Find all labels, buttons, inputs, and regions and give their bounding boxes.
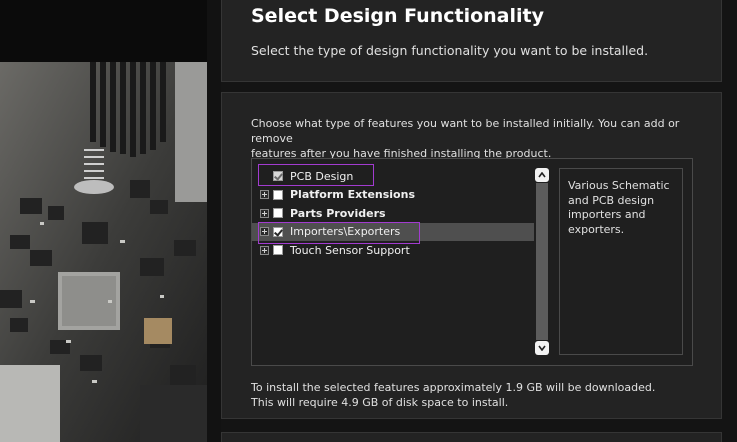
install-size-info: To install the selected features approxi…	[251, 380, 691, 410]
checkbox-icon[interactable]	[273, 189, 283, 200]
checkbox-icon[interactable]	[273, 208, 283, 219]
feature-description: Various Schematic and PCB design importe…	[568, 179, 670, 236]
feature-description-box: Various Schematic and PCB design importe…	[559, 168, 683, 355]
feature-item-touch-sensor-support[interactable]: Touch Sensor Support	[252, 241, 534, 260]
scroll-track[interactable]	[536, 183, 548, 340]
feature-item-importers-exporters[interactable]: Importers\Exporters	[252, 222, 534, 241]
feature-label: PCB Design	[290, 169, 354, 183]
feature-item-parts-providers[interactable]: Parts Providers	[252, 204, 534, 223]
feature-tree-scrollbar[interactable]	[535, 168, 549, 355]
feature-label: Platform Extensions	[290, 188, 415, 202]
page-subtitle: Select the type of design functionality …	[251, 43, 649, 58]
expand-plus-icon[interactable]	[260, 245, 269, 255]
feature-item-pcb-design[interactable]: PCB Design	[252, 167, 534, 186]
feature-label: Touch Sensor Support	[290, 243, 410, 257]
download-size-text: To install the selected features approxi…	[251, 381, 656, 394]
scroll-down-icon[interactable]	[535, 341, 549, 355]
expand-plus-icon[interactable]	[260, 190, 269, 200]
scroll-up-icon[interactable]	[535, 168, 549, 182]
feature-tree: PCB Design Platform Extensions Parts Pro…	[251, 158, 693, 366]
circuit-board-image	[0, 0, 207, 442]
feature-item-platform-extensions[interactable]: Platform Extensions	[252, 186, 534, 205]
feature-label: Parts Providers	[290, 206, 386, 220]
page-title: Select Design Functionality	[251, 5, 544, 27]
features-intro: Choose what type of features you want to…	[251, 116, 691, 161]
features-intro-line1: Choose what type of features you want to…	[251, 117, 680, 145]
expand-plus-icon[interactable]	[260, 227, 269, 237]
checkbox-icon[interactable]	[273, 245, 283, 256]
checkbox-icon[interactable]	[273, 226, 283, 237]
divider	[207, 0, 221, 442]
feature-label: Importers\Exporters	[290, 225, 401, 239]
checkbox-icon[interactable]	[273, 171, 283, 182]
expand-plus-icon[interactable]	[260, 208, 269, 218]
features-panel: Choose what type of features you want to…	[221, 92, 722, 419]
next-panel	[221, 432, 722, 442]
feature-tree-list: PCB Design Platform Extensions Parts Pro…	[252, 167, 534, 260]
header-panel: Select Design Functionality Select the t…	[221, 0, 722, 82]
disk-space-text: This will require 4.9 GB of disk space t…	[251, 396, 509, 409]
